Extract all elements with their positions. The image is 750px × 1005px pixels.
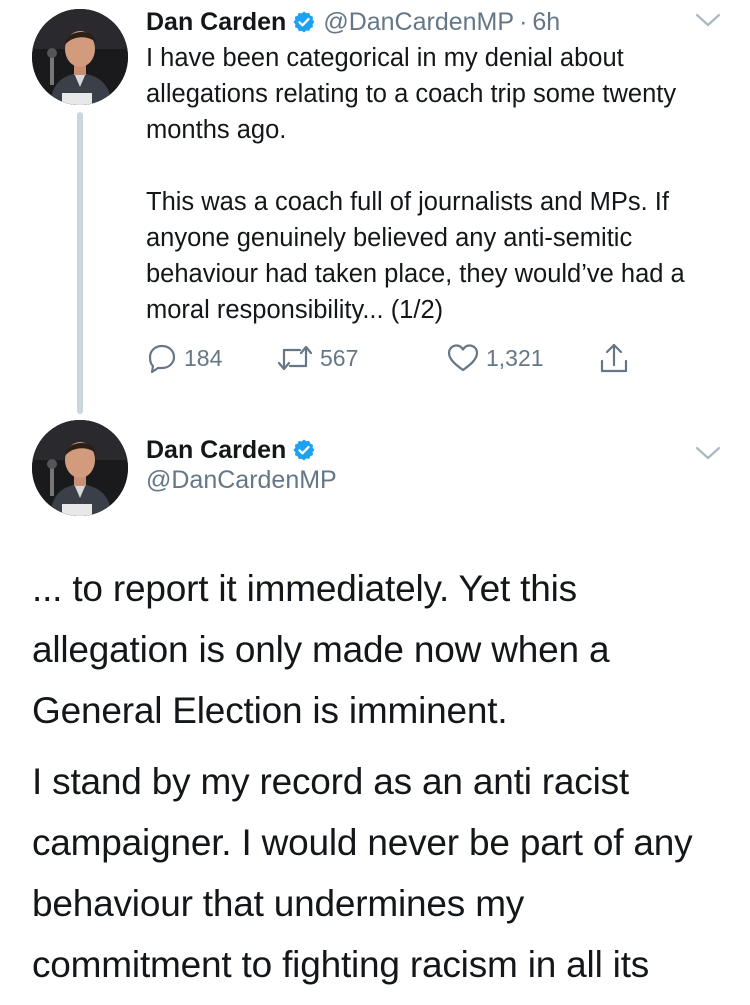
tweet-timestamp[interactable]: 6h bbox=[532, 8, 560, 37]
retweet-count: 567 bbox=[320, 344, 359, 371]
chevron-down-icon[interactable] bbox=[694, 443, 722, 463]
avatar-photo bbox=[32, 9, 128, 105]
tweet-paragraph: I stand by my record as an anti racist c… bbox=[32, 761, 693, 985]
author-handle[interactable]: @DanCardenMP bbox=[323, 8, 514, 37]
reply-count: 184 bbox=[184, 344, 223, 371]
tweet-header: Dan Carden @DanCardenMP · 6h bbox=[146, 4, 560, 40]
chevron-down-icon[interactable] bbox=[694, 10, 722, 30]
tweet-actions: 184 567 1,321 bbox=[146, 340, 646, 376]
retweet-icon bbox=[277, 345, 313, 371]
thread-connector-line bbox=[77, 112, 83, 414]
retweet-button[interactable]: 567 bbox=[276, 340, 358, 376]
like-count: 1,321 bbox=[486, 344, 544, 371]
share-icon bbox=[600, 343, 628, 373]
tweet-header: Dan Carden bbox=[146, 432, 323, 468]
like-button[interactable]: 1,321 bbox=[446, 340, 544, 376]
reply-button[interactable]: 184 bbox=[146, 340, 222, 376]
author-name[interactable]: Dan Carden bbox=[146, 8, 286, 37]
verified-badge-icon bbox=[292, 10, 316, 34]
tweet-text: I have been categorical in my denial abo… bbox=[146, 44, 685, 324]
reply-icon bbox=[148, 344, 176, 374]
author-name[interactable]: Dan Carden bbox=[146, 436, 286, 465]
verified-badge-icon bbox=[292, 438, 316, 462]
separator-dot: · bbox=[519, 7, 528, 36]
author-avatar[interactable] bbox=[32, 9, 128, 105]
heart-icon bbox=[447, 344, 479, 372]
avatar-photo bbox=[32, 420, 128, 516]
author-handle[interactable]: @DanCardenMP bbox=[146, 466, 337, 495]
share-button[interactable] bbox=[598, 340, 636, 376]
tweet-paragraph: ... to report it immediately. Yet this a… bbox=[32, 568, 610, 731]
tweet-text: ... to report it immediately. Yet this a… bbox=[32, 558, 732, 1005]
author-avatar[interactable] bbox=[32, 420, 128, 516]
